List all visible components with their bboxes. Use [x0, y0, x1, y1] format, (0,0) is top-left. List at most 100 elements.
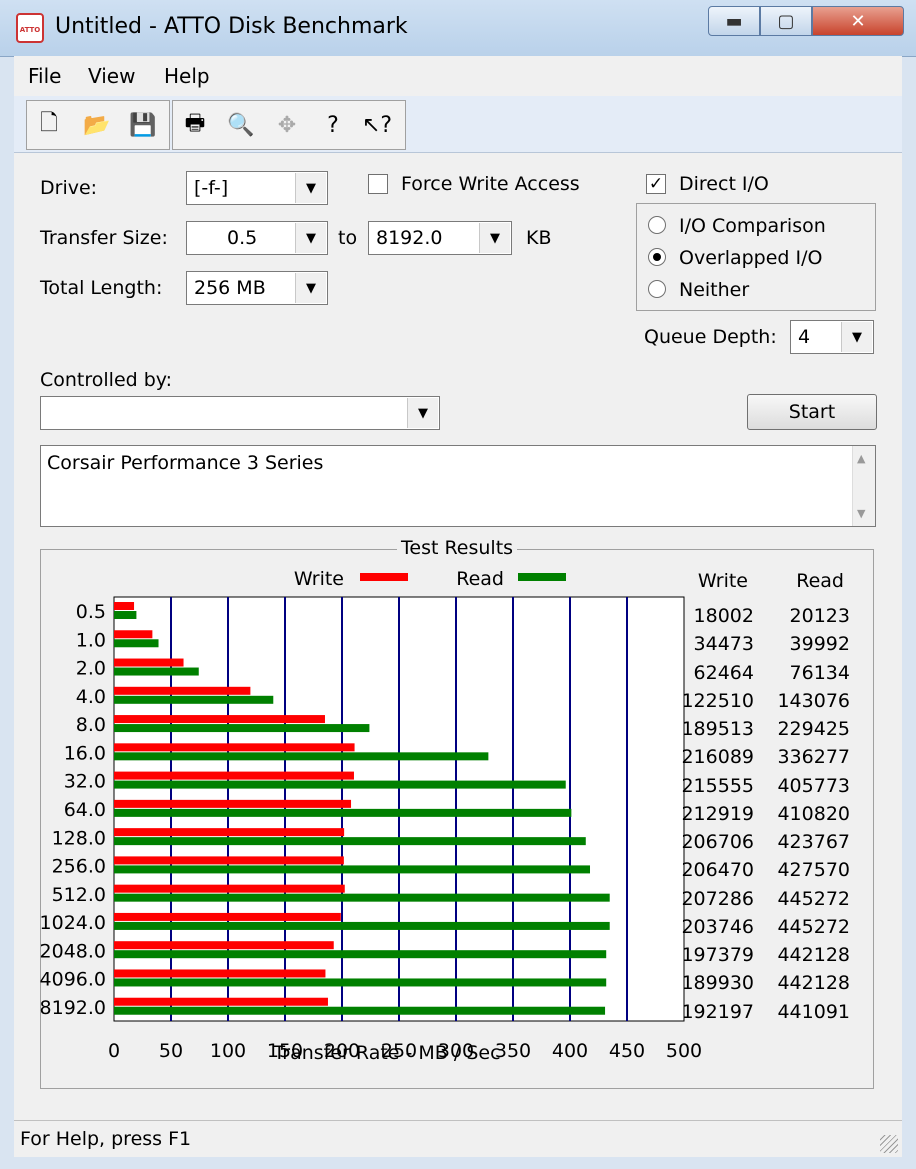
write-bar	[114, 799, 352, 808]
read-value: 143076	[777, 689, 850, 712]
context-help-icon: ↖?	[361, 112, 393, 138]
start-label: Start	[788, 401, 836, 423]
read-value: 445272	[777, 915, 850, 938]
legend-read-swatch	[518, 573, 566, 581]
write-value: 197379	[681, 944, 754, 967]
write-value: 192197	[681, 1000, 754, 1023]
category-label: 32.0	[64, 771, 106, 793]
write-bar	[114, 941, 334, 950]
write-value: 189513	[681, 718, 754, 741]
controlled-by-select[interactable]: ▼	[40, 396, 440, 430]
write-bar	[114, 602, 135, 610]
category-label: 4096.0	[40, 969, 106, 991]
write-value: 18002	[693, 605, 754, 627]
read-bar	[114, 921, 610, 930]
force-write-label: Force Write Access	[401, 173, 580, 195]
context-help-button[interactable]: ↖?	[359, 107, 395, 143]
resize-grip-icon[interactable]	[880, 1135, 898, 1153]
read-bar	[114, 808, 572, 817]
write-value: 122510	[681, 689, 754, 712]
category-label: 256.0	[52, 856, 106, 878]
write-value: 206706	[681, 831, 754, 854]
x-tick-label: 400	[552, 1040, 588, 1062]
category-label: 1.0	[76, 629, 106, 651]
total-length-select[interactable]: 256 MB ▼	[186, 271, 328, 305]
category-label: 16.0	[64, 742, 106, 764]
new-button[interactable]: 🗋	[31, 107, 67, 143]
open-button[interactable]: 📂	[79, 107, 115, 143]
queue-depth-label: Queue Depth:	[644, 326, 777, 348]
chart-legend: Write Read	[294, 568, 566, 590]
read-bar	[114, 639, 159, 648]
description-scrollbar[interactable]: ▲ ▼	[852, 446, 875, 526]
read-bar	[114, 695, 274, 704]
status-bar: For Help, press F1	[14, 1120, 902, 1157]
read-bar	[114, 724, 370, 733]
read-value: 441091	[777, 1000, 850, 1023]
save-button[interactable]: 💾	[125, 107, 161, 143]
legend-write-label: Write	[294, 568, 344, 590]
write-value: 212919	[681, 802, 754, 825]
start-button[interactable]: Start	[747, 394, 877, 430]
io-comparison-radio[interactable]	[648, 216, 666, 234]
category-label: 2.0	[76, 658, 106, 680]
menu-help[interactable]: Help	[164, 64, 210, 88]
write-value: 34473	[693, 633, 754, 656]
transfer-size-label: Transfer Size:	[40, 227, 168, 249]
write-value: 203746	[681, 915, 754, 938]
chevron-down-icon: ▼	[479, 223, 510, 253]
menu-view[interactable]: View	[88, 64, 135, 88]
maximize-button[interactable]: ▢	[760, 6, 812, 36]
read-bar	[114, 950, 607, 959]
write-value: 206470	[681, 859, 754, 882]
write-bar	[114, 969, 326, 978]
category-label: 2048.0	[40, 940, 106, 962]
transfer-size-from-select[interactable]: 0.5 ▼	[186, 221, 328, 255]
x-tick-label: 0	[108, 1040, 120, 1062]
overlapped-io-radio[interactable]	[648, 248, 666, 266]
read-bar	[114, 978, 607, 987]
title-bar[interactable]: ATTO Untitled - ATTO Disk Benchmark ▬ ▢ …	[0, 0, 916, 57]
neither-radio[interactable]	[648, 280, 666, 298]
minimize-icon: ▬	[725, 10, 743, 32]
read-value: 229425	[777, 718, 850, 741]
read-value: 423767	[777, 831, 850, 854]
move-button[interactable]: ✥	[269, 107, 305, 143]
category-label: 512.0	[52, 884, 106, 906]
read-bar	[114, 667, 199, 676]
direct-io-label: Direct I/O	[679, 173, 769, 195]
write-bar	[114, 856, 344, 865]
category-label: 1024.0	[40, 912, 106, 934]
print-preview-button[interactable]: 🔍	[223, 107, 259, 143]
x-tick-label: 100	[210, 1040, 246, 1062]
write-bar	[114, 771, 354, 780]
read-bar	[114, 611, 137, 619]
toolbar-tools-group: 🖶 🔍 ✥ ? ↖?	[172, 100, 406, 150]
checkmark-icon: ✓	[648, 174, 664, 194]
minimize-button[interactable]: ▬	[708, 6, 760, 36]
drive-select[interactable]: [-f-] ▼	[186, 171, 328, 205]
read-value: 336277	[777, 746, 850, 769]
write-bar	[114, 912, 341, 921]
queue-depth-select[interactable]: 4 ▼	[790, 320, 874, 354]
test-results-title: Test Results	[397, 537, 518, 559]
drive-value: [-f-]	[194, 177, 229, 199]
chevron-down-icon: ▼	[407, 398, 438, 428]
menu-file[interactable]: File	[28, 64, 61, 88]
direct-io-checkbox[interactable]: ✓	[646, 174, 666, 194]
write-bar	[114, 997, 328, 1006]
help-button[interactable]: ?	[315, 107, 351, 143]
menu-bar: File View Help	[14, 56, 902, 96]
legend-read-label: Read	[456, 568, 504, 590]
description-textarea[interactable]: Corsair Performance 3 Series ▲ ▼	[40, 445, 876, 527]
read-bar	[114, 865, 591, 874]
queue-depth-value: 4	[798, 326, 811, 348]
transfer-size-from-value: 0.5	[227, 227, 258, 249]
legend-write-swatch	[360, 573, 408, 581]
main-panel: Drive: [-f-] ▼ Transfer Size: 0.5 ▼ to 8…	[14, 153, 902, 1120]
print-button[interactable]: 🖶	[177, 107, 213, 143]
transfer-size-to-select[interactable]: 8192.0 ▼	[368, 221, 512, 255]
force-write-checkbox[interactable]	[368, 174, 388, 194]
x-tick-label: 450	[609, 1040, 645, 1062]
close-button[interactable]: ✕	[812, 6, 904, 36]
